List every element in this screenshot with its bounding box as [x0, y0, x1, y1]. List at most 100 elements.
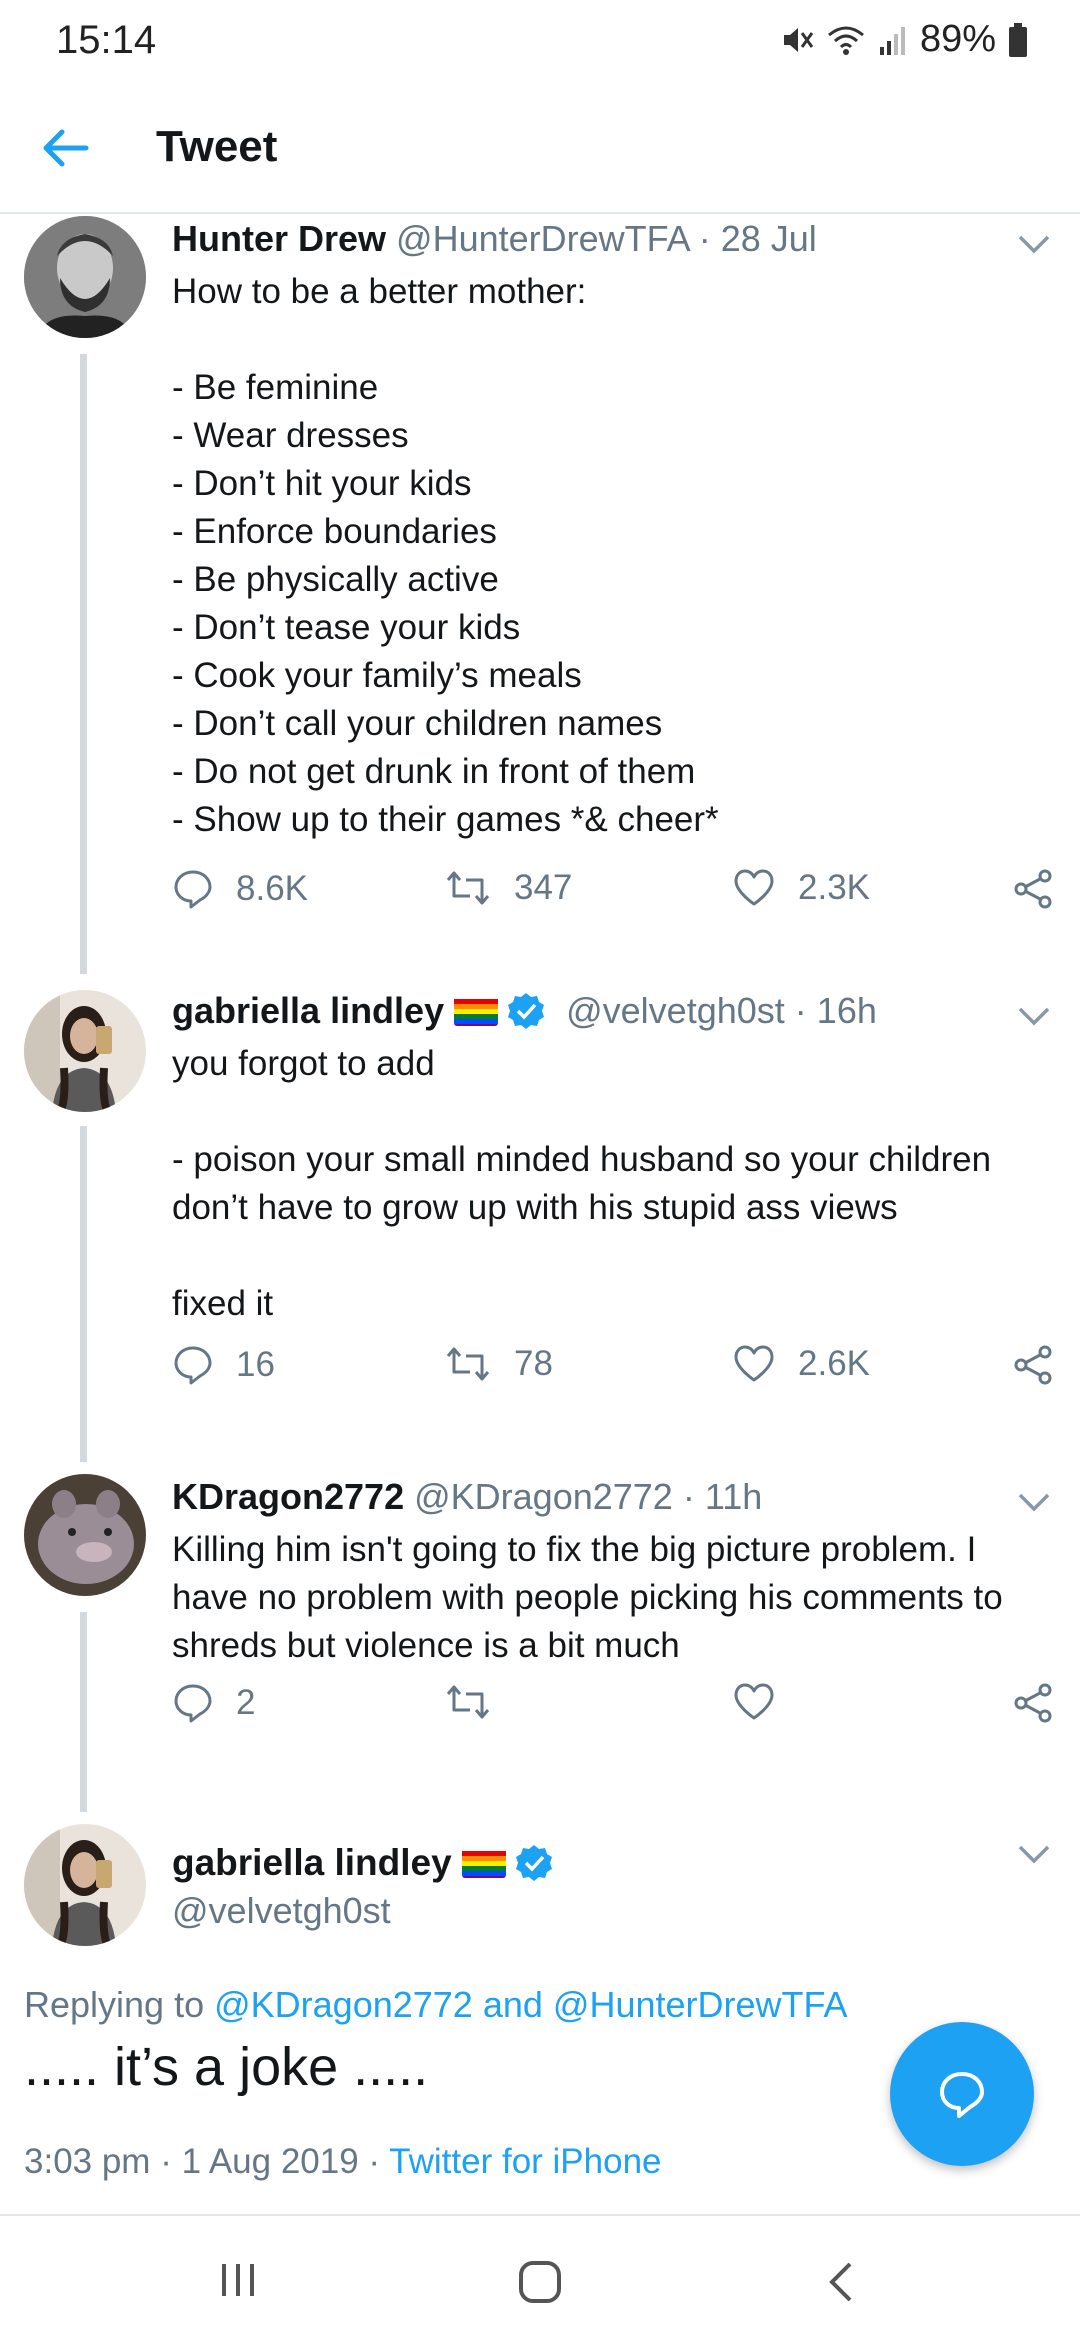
- retweet-icon: [446, 1347, 490, 1381]
- tweet-line: don’t have to grow up with his stupid as…: [172, 1188, 898, 1227]
- back-button[interactable]: [36, 122, 92, 174]
- tweet-text: you forgot to add - poison your small mi…: [172, 1040, 1052, 1328]
- retweet-button[interactable]: [444, 1682, 492, 1722]
- heart-icon: [734, 1345, 774, 1382]
- mention-link[interactable]: @HunterDrewTFA: [553, 1984, 848, 2025]
- status-time: 15:14: [56, 18, 157, 62]
- recent-apps-button[interactable]: [218, 2260, 258, 2305]
- tweet-header: gabriella lindley @velvetgh0st · 16h: [172, 990, 1060, 1032]
- verified-badge-icon: [515, 1845, 552, 1881]
- thread-line: [80, 1612, 87, 1812]
- page-title: Tweet: [156, 122, 278, 171]
- like-count: 2.3K: [798, 868, 870, 907]
- thread-line: [80, 354, 87, 974]
- author-handle[interactable]: @KDragon2772: [414, 1476, 673, 1517]
- reply-button[interactable]: 2: [172, 1682, 255, 1724]
- author-name[interactable]: gabriella lindley: [172, 990, 444, 1031]
- tweet-line: [172, 1088, 1052, 1136]
- tweet-source-link[interactable]: Twitter for iPhone: [389, 2142, 661, 2181]
- tweet-line: Killing him isn't going to fix the big p…: [172, 1530, 977, 1569]
- tweet-header: KDragon2772 @KDragon2772 · 11h: [172, 1476, 1060, 1518]
- retweet-count: 347: [514, 868, 573, 907]
- reply-count: 2: [236, 1683, 256, 1722]
- tweet-actions: 8.6K 347 2.3K: [172, 868, 1062, 924]
- like-button[interactable]: [732, 1682, 776, 1722]
- avatar[interactable]: [24, 990, 146, 1112]
- tweet-hunter-drew[interactable]: Hunter Drew @HunterDrewTFA · 28 Jul How …: [0, 214, 1080, 974]
- tweet-kdragon2772[interactable]: KDragon2772 @KDragon2772 · 11h Killing h…: [0, 1472, 1080, 1812]
- share-icon: [1014, 869, 1052, 909]
- separator: ·: [682, 1476, 695, 1517]
- app-header: Tweet: [0, 84, 1080, 214]
- back-chevron-icon: [829, 2262, 852, 2302]
- speech-bubble-icon: [174, 1346, 212, 1385]
- tweet-meta: 3:03 pm · 1 Aug 2019 · Twitter for iPhon…: [24, 2142, 662, 2182]
- author-name[interactable]: Hunter Drew: [172, 218, 386, 259]
- chevron-down-icon[interactable]: [1016, 232, 1052, 256]
- mention-link[interactable]: @KDragon2772: [214, 1984, 473, 2025]
- speech-bubble-icon: [174, 1684, 212, 1723]
- tweet-line: - Enforce boundaries: [172, 512, 497, 551]
- replying-prefix: Replying to: [24, 1984, 215, 2025]
- tweet-time: 11h: [704, 1476, 763, 1517]
- tweet-time: 16h: [816, 990, 877, 1031]
- tweet-line: - Show up to their games *& cheer*: [172, 800, 719, 839]
- status-bar: 15:14 89%: [0, 0, 1080, 84]
- tweet-line: - Cook your family’s meals: [172, 656, 582, 695]
- avatar-plush-toy-photo: [24, 1474, 146, 1596]
- like-button[interactable]: 2.6K: [732, 1344, 870, 1384]
- retweet-count: 78: [514, 1344, 553, 1383]
- chevron-down-icon[interactable]: [1016, 1842, 1052, 1866]
- tweet-text: How to be a better mother: - Be feminine…: [172, 268, 1052, 844]
- retweet-icon: [446, 871, 490, 905]
- author-handle[interactable]: @velvetgh0st: [566, 990, 785, 1031]
- home-icon: [519, 2261, 561, 2303]
- system-back-button[interactable]: [824, 2260, 856, 2309]
- avatar[interactable]: [24, 1474, 146, 1596]
- reply-button[interactable]: 8.6K: [172, 868, 308, 910]
- focused-tweet-text: ..... it’s a joke .....: [24, 2037, 429, 2097]
- home-button[interactable]: [518, 2260, 562, 2309]
- thread-line: [80, 1126, 87, 1462]
- rainbow-flag-icon: [461, 1848, 506, 1878]
- chevron-down-icon[interactable]: [1016, 1004, 1052, 1028]
- tweet-line: - Don’t call your children names: [172, 704, 663, 743]
- tweet-timestamp: 3:03 pm · 1 Aug 2019 ·: [24, 2142, 390, 2181]
- tweet-actions: 2: [172, 1682, 1062, 1738]
- retweet-button[interactable]: 347: [444, 868, 572, 908]
- speech-bubble-icon: [174, 870, 212, 909]
- compose-reply-icon: [940, 2072, 984, 2118]
- replying-to: Replying to @KDragon2772 and @HunterDrew…: [24, 1984, 848, 2026]
- like-button[interactable]: 2.3K: [732, 868, 870, 908]
- avatar[interactable]: [24, 1824, 146, 1946]
- retweet-button[interactable]: 78: [444, 1344, 553, 1384]
- like-count: 2.6K: [798, 1344, 870, 1383]
- tweet-time: 28 Jul: [720, 218, 817, 259]
- reply-count: 16: [236, 1345, 275, 1384]
- rainbow-flag-icon: [454, 996, 499, 1026]
- avatar[interactable]: [24, 216, 146, 338]
- share-button[interactable]: [1012, 1344, 1054, 1386]
- tweet-line: - Do not get drunk in front of them: [172, 752, 696, 791]
- reply-button[interactable]: 16: [172, 1344, 275, 1386]
- compose-reply-button[interactable]: [890, 2022, 1034, 2166]
- separator: ·: [698, 218, 711, 259]
- chevron-down-icon[interactable]: [1016, 1490, 1052, 1514]
- heart-icon: [734, 1683, 774, 1720]
- author-name[interactable]: KDragon2772: [172, 1476, 404, 1517]
- tweet-line: - Be physically active: [172, 560, 499, 599]
- author-handle[interactable]: @HunterDrewTFA: [396, 218, 689, 259]
- tweet-gabriella-lindley[interactable]: gabriella lindley @velvetgh0st · 16h you…: [0, 986, 1080, 1462]
- avatar-woman-photo: [24, 1824, 146, 1946]
- share-button[interactable]: [1012, 1682, 1054, 1724]
- tweet-text: Killing him isn't going to fix the big p…: [172, 1526, 1052, 1670]
- focused-author-row: gabriella lindley: [172, 1842, 554, 1884]
- battery-icon: [1009, 22, 1027, 57]
- share-button[interactable]: [1012, 868, 1054, 910]
- share-icon: [1014, 1683, 1052, 1723]
- author-handle[interactable]: @velvetgh0st: [172, 1890, 391, 1932]
- status-icons: 89%: [780, 18, 1028, 61]
- arrow-left-icon: [43, 129, 89, 167]
- mute-icon: [783, 27, 814, 52]
- author-name[interactable]: gabriella lindley: [172, 1842, 452, 1883]
